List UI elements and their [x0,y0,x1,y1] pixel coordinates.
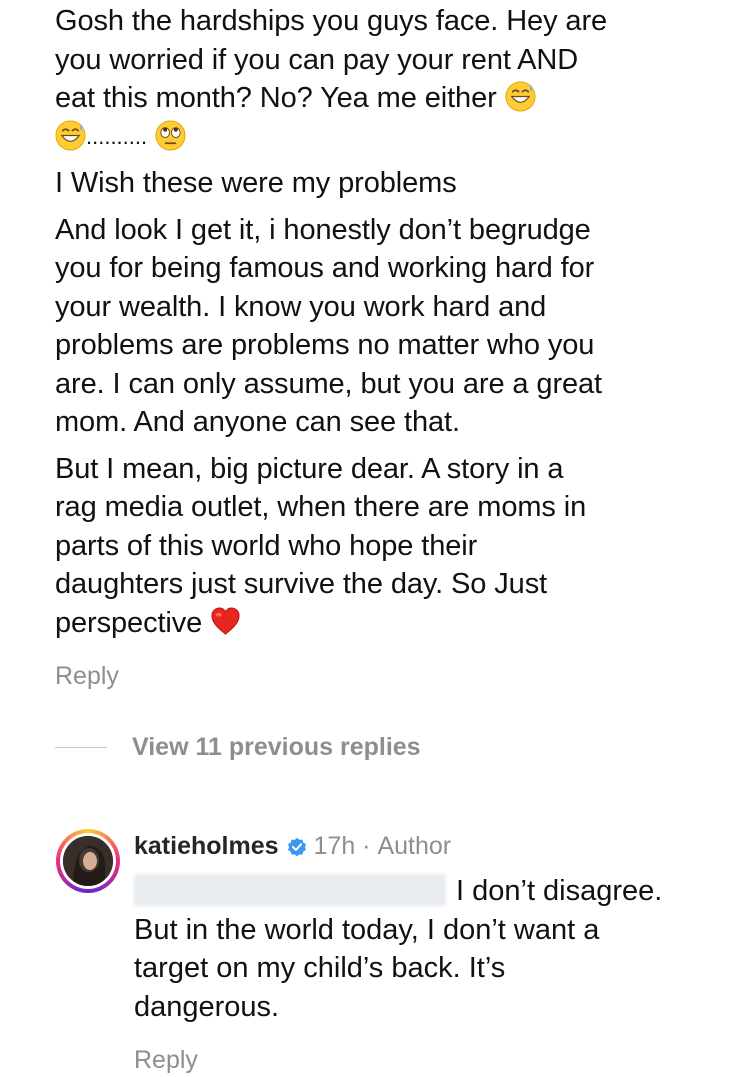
ellipsis-dots: .......... [86,123,148,149]
comment-line: perspective [55,604,735,643]
comment-line: mom. And anyone can see that. [55,406,460,438]
comment-line: are. I can only assume, but you are a gr… [55,367,603,400]
reply-text: I don’t disagree. But in the world today… [134,872,734,1026]
comment-line-text: perspective [55,606,203,639]
divider-line [55,746,107,749]
comment-line: But I mean, big picture dear. A story in… [55,452,564,485]
grinning-sweat-emoji [55,119,86,151]
comment-line: Gosh the hardships you guys face. Hey ar… [55,5,608,37]
comment-line-text: eat this month? No? Yea me either [55,82,497,114]
avatar-photo [63,836,113,886]
verified-badge-icon [287,837,306,856]
comment-paragraph-1: Gosh the hardships you guys face. Hey ar… [55,2,735,156]
reply-button[interactable]: Reply [55,662,119,691]
meta-separator: · [355,832,378,860]
reply-line-text: I don’t disagree. [456,875,663,907]
comment-line: you worried if you can pay your rent AND [55,43,579,76]
reply-line: target on my child’s back. It’s [134,952,506,984]
comment-paragraph-3: And look I get it, i honestly don’t begr… [55,211,735,442]
comment-line: I Wish these were my problems [55,167,457,199]
grinning-sweat-emoji [505,81,536,112]
reply-line: dangerous. [134,990,280,1023]
view-replies-label: View 11 previous replies [132,733,421,761]
comment-line: you for being famous and working hard fo… [55,252,595,284]
rolling-eyes-emoji [155,119,186,151]
author-badge: Author [377,832,452,860]
comment-paragraph-2: I Wish these were my problems [55,164,735,203]
reply-line: But in the world today, I don’t want a [134,913,600,946]
comment-line: your wealth. I know you work hard and [55,290,547,323]
comment-line: problems are problems no matter who you [55,329,595,361]
reply-header: katieholmes 17h · Author [134,832,451,861]
blurred-mention [134,874,446,906]
avatar[interactable] [56,829,120,893]
comment-line: daughters just survive the day. So Just [55,568,548,600]
comment-body: Gosh the hardships you guys face. Hey ar… [55,2,735,650]
profile-photo-icon [63,836,113,886]
reply-button[interactable]: Reply [134,1046,198,1075]
username[interactable]: katieholmes [134,832,279,861]
comment-line: And look I get it, i honestly don’t begr… [55,213,591,246]
comment-line: rag media outlet, when there are moms in [55,491,587,523]
timestamp: 17h [313,832,356,860]
red-heart-emoji [211,606,240,635]
comment-line: eat this month? No? Yea me either [55,79,735,118]
comment-line: .......... [55,118,735,157]
view-previous-replies-button[interactable]: View 11 previous replies [55,733,421,762]
comment-line: parts of this world who hope their [55,529,478,562]
reply-line: I don’t disagree. [134,872,734,911]
comment-paragraph-4: But I mean, big picture dear. A story in… [55,450,735,643]
